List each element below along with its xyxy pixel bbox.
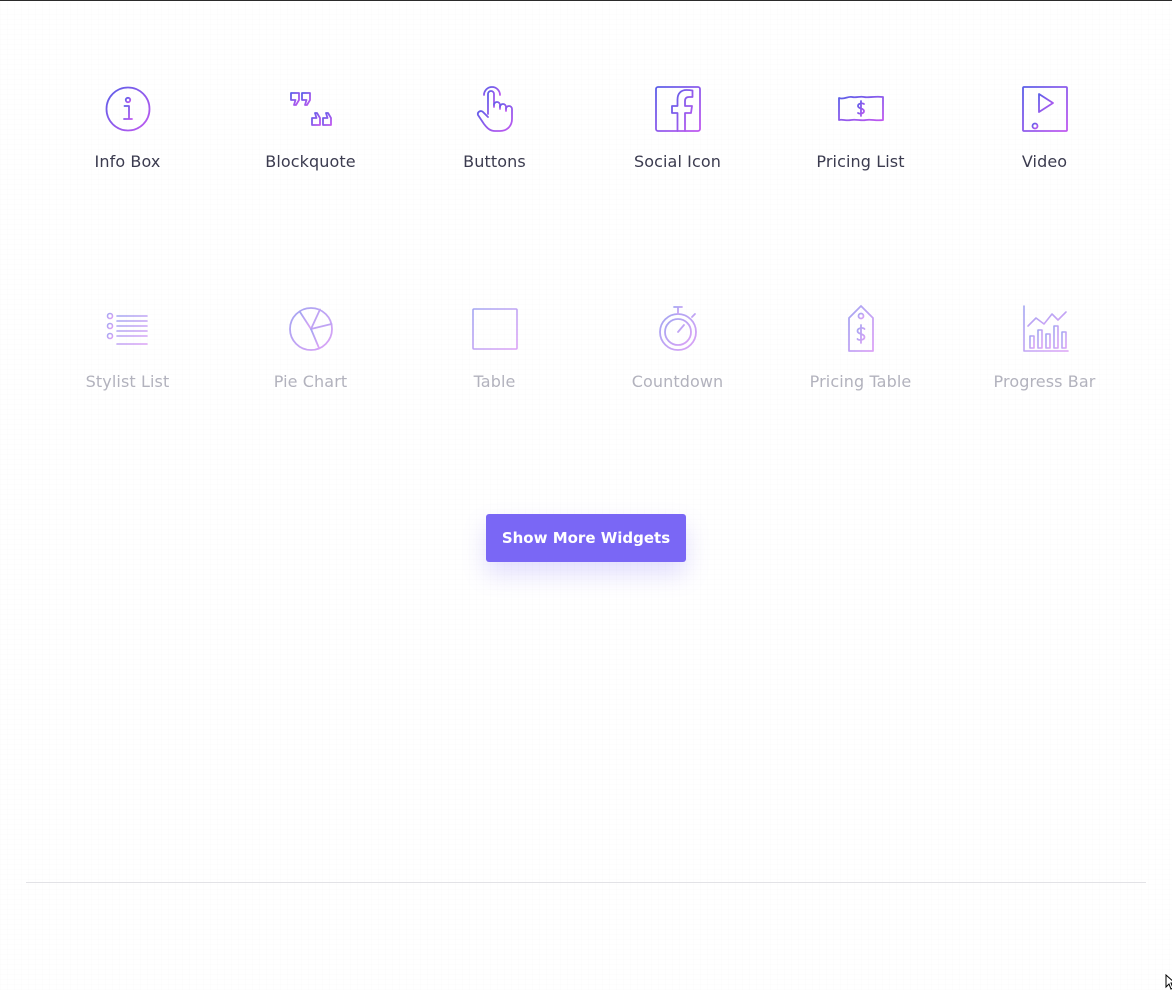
- widget-pricing-list[interactable]: Pricing List: [769, 84, 952, 172]
- widget-progress-bar[interactable]: Progress Bar: [953, 304, 1136, 392]
- widget-buttons[interactable]: Buttons: [403, 84, 586, 172]
- bullet-list-icon: [103, 304, 153, 354]
- widget-label: Stylist List: [85, 372, 170, 391]
- widget-label: Progress Bar: [993, 372, 1096, 391]
- widget-label: Social Icon: [633, 152, 722, 171]
- stopwatch-icon: [653, 304, 703, 354]
- widget-label: Video: [1021, 152, 1068, 171]
- section-divider: [26, 882, 1146, 883]
- table-grid-icon: [470, 304, 520, 354]
- widget-label: Countdown: [631, 372, 724, 391]
- widget-label: Table: [473, 372, 516, 391]
- widget-label: Pricing Table: [809, 372, 912, 391]
- pointer-hand-icon: [470, 84, 520, 134]
- widget-label: Buttons: [463, 152, 526, 171]
- top-border: [0, 0, 1172, 1]
- widget-pie-chart[interactable]: Pie Chart: [219, 304, 402, 392]
- video-player-icon: [1020, 84, 1070, 134]
- pie-chart-icon: [286, 304, 336, 354]
- dollar-bill-icon: [836, 84, 886, 134]
- widget-countdown[interactable]: Countdown: [586, 304, 769, 392]
- widget-stylist-list[interactable]: Stylist List: [36, 304, 219, 392]
- widget-info-box[interactable]: Info Box: [36, 84, 219, 172]
- widget-blockquote[interactable]: Blockquote: [219, 84, 402, 172]
- show-more-widgets-button[interactable]: Show More Widgets: [486, 514, 686, 562]
- widget-pricing-table[interactable]: Pricing Table: [769, 304, 952, 392]
- widget-video[interactable]: Video: [953, 84, 1136, 172]
- widget-social-icon[interactable]: Social Icon: [586, 84, 769, 172]
- widget-label: Blockquote: [265, 152, 356, 171]
- widget-table[interactable]: Table: [403, 304, 586, 392]
- info-circle-icon: [103, 84, 153, 134]
- widget-label: Info Box: [94, 152, 161, 171]
- quote-marks-icon: [286, 84, 336, 134]
- widget-label: Pie Chart: [273, 372, 348, 391]
- price-tag-icon: [836, 304, 886, 354]
- widget-label: Pricing List: [816, 152, 905, 171]
- facebook-icon: [653, 84, 703, 134]
- bar-chart-icon: [1020, 304, 1070, 354]
- mouse-cursor-icon: [1165, 974, 1172, 990]
